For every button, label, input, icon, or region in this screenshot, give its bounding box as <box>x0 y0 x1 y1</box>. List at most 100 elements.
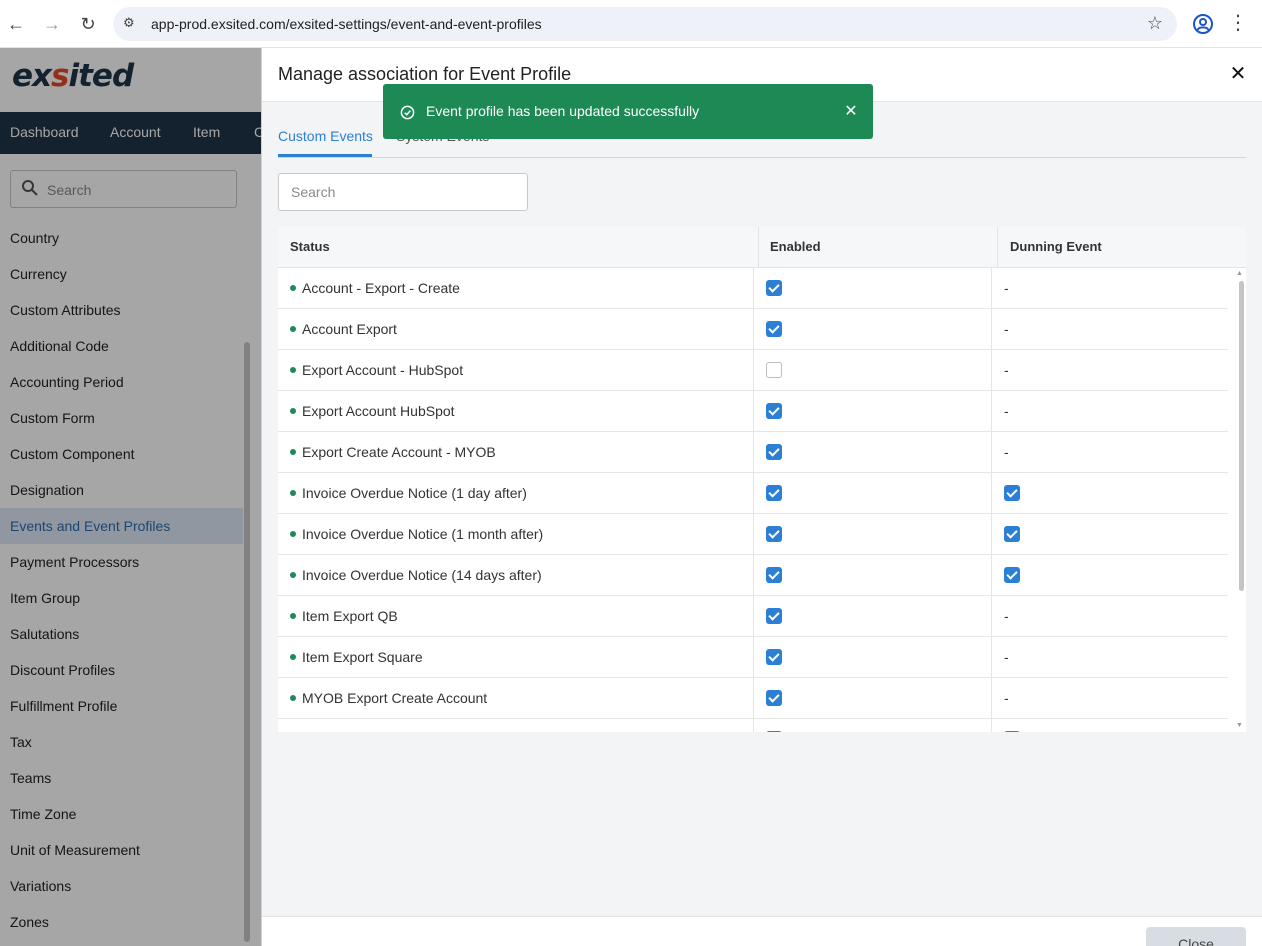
table-row: Invoice Overdue Notice (1 day after) <box>278 473 1228 514</box>
cell-divider <box>991 719 992 732</box>
cell-divider <box>753 514 754 555</box>
profile-icon[interactable] <box>1191 12 1215 36</box>
cell-divider <box>753 678 754 719</box>
table-row: Invoice Overdue Notice (1 month after) <box>278 514 1228 555</box>
event-name: Item Export QB <box>302 608 398 624</box>
status-dot-icon <box>290 408 296 414</box>
cell-divider <box>753 473 754 514</box>
table-row: Export Account HubSpot - <box>278 391 1228 432</box>
enabled-checkbox[interactable] <box>766 280 782 296</box>
cell-divider <box>753 268 754 309</box>
dunning-checkbox[interactable] <box>1004 485 1020 501</box>
back-icon[interactable]: ← <box>4 12 28 36</box>
table-row: Item Export QB - <box>278 596 1228 637</box>
modal-backdrop[interactable] <box>0 48 262 946</box>
dunning-empty: - <box>1004 608 1009 624</box>
scroll-up-icon[interactable]: ▲ <box>1236 270 1243 277</box>
cell-divider <box>991 596 992 637</box>
cell-divider <box>991 309 992 350</box>
site-settings-icon[interactable]: ⚙ <box>123 15 135 31</box>
close-button[interactable]: Close <box>1146 927 1246 946</box>
enabled-checkbox[interactable] <box>766 444 782 460</box>
status-dot-icon <box>290 613 296 619</box>
column-dunning-event[interactable]: Dunning Event <box>1010 239 1102 254</box>
table-scrollbar-thumb[interactable] <box>1239 281 1244 591</box>
modal-title: Manage association for Event Profile <box>278 64 572 84</box>
address-bar[interactable]: ⚙ app-prod.exsited.com/exsited-settings/… <box>113 7 1177 41</box>
check-circle-icon <box>400 105 415 120</box>
cell-divider <box>753 350 754 391</box>
cell-divider <box>753 309 754 350</box>
dunning-checkbox[interactable] <box>1004 567 1020 583</box>
event-name: Item Export Square <box>302 649 423 665</box>
bookmark-star-icon[interactable]: ☆ <box>1147 13 1163 34</box>
dunning-checkbox[interactable] <box>1004 526 1020 542</box>
modal-close-icon[interactable]: ✕ <box>1228 64 1248 84</box>
table-row: Export Create Account - MYOB - <box>278 432 1228 473</box>
scroll-down-icon[interactable]: ▼ <box>1236 722 1243 729</box>
cell-divider <box>753 391 754 432</box>
table-row: Invoice Overdue Notice (14 days after) <box>278 555 1228 596</box>
enabled-checkbox[interactable] <box>766 731 782 732</box>
event-name: Account - Export - Create <box>302 280 460 296</box>
enabled-checkbox[interactable] <box>766 485 782 501</box>
enabled-checkbox[interactable] <box>766 526 782 542</box>
column-divider <box>758 227 759 268</box>
column-status[interactable]: Status <box>290 239 330 254</box>
enabled-checkbox[interactable] <box>766 321 782 337</box>
dunning-empty: - <box>1004 690 1009 706</box>
table-row: Export Account - HubSpot - <box>278 350 1228 391</box>
dunning-empty: - <box>1004 649 1009 665</box>
toast-close-icon[interactable]: ✕ <box>841 102 861 122</box>
cell-divider <box>753 432 754 473</box>
event-profile-modal: Manage association for Event Profile ✕ C… <box>261 48 1262 946</box>
forward-icon[interactable]: → <box>40 12 64 36</box>
event-search[interactable] <box>278 173 528 211</box>
table-row: Item Export Square - <box>278 637 1228 678</box>
modal-footer: Close <box>262 916 1262 946</box>
status-dot-icon <box>290 531 296 537</box>
enabled-checkbox[interactable] <box>766 690 782 706</box>
status-dot-icon <box>290 367 296 373</box>
url-text[interactable]: app-prod.exsited.com/exsited-settings/ev… <box>151 16 542 32</box>
event-name: Account Export <box>302 321 397 337</box>
enabled-checkbox[interactable] <box>766 567 782 583</box>
status-dot-icon <box>290 490 296 496</box>
table-row: Account - Export - Create - <box>278 268 1228 309</box>
column-enabled[interactable]: Enabled <box>770 239 821 254</box>
enabled-checkbox[interactable] <box>766 649 782 665</box>
event-search-input[interactable] <box>279 174 527 210</box>
event-name: MYOB Export Create Account <box>302 690 488 706</box>
cell-divider <box>753 596 754 637</box>
cell-divider <box>991 473 992 514</box>
event-name: Invoice Overdue Notice (14 days after) <box>302 567 542 583</box>
enabled-checkbox[interactable] <box>766 403 782 419</box>
dunning-checkbox[interactable] <box>1004 731 1020 732</box>
status-dot-icon <box>290 695 296 701</box>
reload-icon[interactable]: ↻ <box>76 12 100 36</box>
table-row <box>278 719 1228 732</box>
dunning-empty: - <box>1004 321 1009 337</box>
cell-divider <box>991 555 992 596</box>
table-body: Account - Export - Create - Account Export… <box>278 268 1228 732</box>
cell-divider <box>753 637 754 678</box>
event-name: Export Account HubSpot <box>302 403 455 419</box>
browser-toolbar: ← → ↻ ⚙ app-prod.exsited.com/exsited-set… <box>0 0 1262 48</box>
event-name: Export Create Account - MYOB <box>302 444 496 460</box>
cell-divider <box>991 391 992 432</box>
status-dot-icon <box>290 449 296 455</box>
event-name: Invoice Overdue Notice (1 day after) <box>302 485 527 501</box>
table-row: MYOB Export Create Account - <box>278 678 1228 719</box>
success-toast: Event profile has been updated successfu… <box>383 84 873 139</box>
enabled-checkbox[interactable] <box>766 608 782 624</box>
active-tab-indicator <box>278 154 372 157</box>
status-dot-icon <box>290 654 296 660</box>
browser-menu-icon[interactable]: ⋮ <box>1228 12 1248 36</box>
status-dot-icon <box>290 326 296 332</box>
tab-custom-events[interactable]: Custom Events <box>278 128 373 144</box>
table-row: Account Export - <box>278 309 1228 350</box>
enabled-checkbox[interactable] <box>766 362 782 378</box>
dunning-empty: - <box>1004 444 1009 460</box>
status-dot-icon <box>290 572 296 578</box>
cell-divider <box>991 350 992 391</box>
